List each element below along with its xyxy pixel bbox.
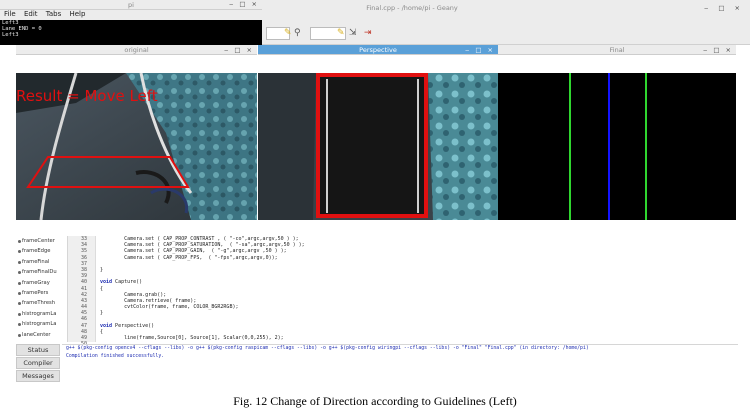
- final-window-controls[interactable]: ‒ □ ×: [703, 45, 733, 55]
- symbol-item[interactable]: frameFinalDu: [16, 267, 67, 277]
- symbol-item[interactable]: frameFinal: [16, 257, 67, 267]
- original-titlebar[interactable]: original ‒ □ ×: [16, 45, 257, 55]
- final-title: Final: [609, 46, 625, 54]
- compiler-line: g++ $(pkg-config opencv4 --cflags --libs…: [66, 346, 589, 351]
- terminal-line: Left3: [2, 32, 19, 38]
- tab-messages[interactable]: Messages: [16, 370, 60, 382]
- perspective-titlebar[interactable]: Perspective ‒ □ ×: [258, 45, 498, 55]
- symbols-panel: frameCenter frameEdge frameFinal frameFi…: [16, 236, 68, 342]
- menu-help[interactable]: Help: [69, 10, 85, 18]
- terminal-titlebar[interactable]: pi ‒ □ ×: [0, 0, 262, 10]
- terminal-title: pi: [128, 1, 134, 9]
- pencil-icon[interactable]: ✎: [284, 28, 292, 38]
- original-window: original ‒ □ × Result = Move Left: [16, 45, 257, 229]
- symbol-item[interactable]: histrogramLa: [16, 309, 67, 319]
- symbol-item[interactable]: frameEdge: [16, 246, 67, 256]
- geany-title: Final.cpp - /home/pi - Geany: [366, 4, 458, 12]
- perspective-window-controls[interactable]: ‒ □ ×: [465, 45, 495, 55]
- menu-tabs[interactable]: Tabs: [46, 10, 62, 18]
- perspective-title: Perspective: [359, 46, 397, 54]
- symbol-item[interactable]: frameThresh: [16, 298, 67, 308]
- symbol-item[interactable]: frameCenter: [16, 236, 67, 246]
- terminal-window-controls[interactable]: ‒ □ ×: [229, 0, 259, 8]
- keyword: void: [100, 279, 113, 286]
- code-editor[interactable]: 333435363738394041424344454647484950 Cam…: [68, 236, 738, 347]
- code-text[interactable]: Camera.set ( CAP_PROP_CONTRAST , ( "-co"…: [100, 236, 305, 347]
- line-number-gutter: 333435363738394041424344454647484950: [68, 236, 96, 347]
- terminal-window: pi ‒ □ × File Edit Tabs Help Left3 Lane …: [0, 0, 262, 45]
- jump-icon[interactable]: ⇲: [349, 28, 357, 38]
- pencil-icon[interactable]: ✎: [337, 28, 345, 38]
- original-window-controls[interactable]: ‒ □ ×: [224, 45, 254, 55]
- final-view: [498, 73, 736, 220]
- geany-titlebar[interactable]: Final.cpp - /home/pi - Geany ‒ □ ×: [262, 0, 750, 22]
- geany-window: Final.cpp - /home/pi - Geany ‒ □ × ✎ ⚲ ✎…: [262, 0, 750, 45]
- symbol-item[interactable]: frameGray: [16, 278, 67, 288]
- compiler-output: g++ $(pkg-config opencv4 --cflags --libs…: [62, 344, 738, 386]
- original-camera-view: Result = Move Left: [16, 73, 257, 220]
- perspective-window: Perspective ‒ □ ×: [258, 45, 498, 229]
- perspective-image: [258, 73, 498, 220]
- search-icon[interactable]: ⚲: [294, 28, 301, 38]
- symbol-item[interactable]: laneCenter: [16, 330, 67, 340]
- code-line[interactable]: line(frame,Source[0], Source[1], Scalar(…: [100, 335, 305, 341]
- final-window: Final ‒ □ ×: [498, 45, 736, 229]
- symbol-item[interactable]: histrogramLa: [16, 319, 67, 329]
- figure-caption: Fig. 12 Change of Direction according to…: [233, 394, 517, 408]
- tab-compiler[interactable]: Compiler: [16, 357, 60, 369]
- terminal-menubar: File Edit Tabs Help: [0, 10, 262, 20]
- final-titlebar[interactable]: Final ‒ □ ×: [498, 45, 736, 55]
- menu-edit[interactable]: Edit: [24, 10, 38, 18]
- terminal-output: Left3 Lane END = 0 Left3: [0, 20, 262, 38]
- code-line[interactable]: Camera.set ( CAP_PROP_FPS, ( "-fps",argc…: [100, 255, 305, 261]
- final-lane-image: [498, 73, 736, 220]
- result-overlay-text: Result = Move Left: [16, 87, 158, 105]
- menu-file[interactable]: File: [4, 10, 16, 18]
- code-line[interactable]: Camera.set ( CAP_PROP_GAIN, ( "-g",argc,…: [100, 248, 305, 254]
- symbol-item[interactable]: framePers: [16, 288, 67, 298]
- geany-window-controls[interactable]: ‒ □ ×: [704, 4, 744, 12]
- tab-status[interactable]: Status: [16, 344, 60, 356]
- message-tabs: Status Compiler Messages: [16, 344, 60, 390]
- original-title: original: [124, 46, 149, 54]
- compiler-line: Compilation finished successfully.: [66, 354, 165, 359]
- perspective-view: [258, 73, 498, 220]
- keyword: void: [100, 322, 113, 329]
- quit-icon[interactable]: ⇥: [364, 28, 372, 38]
